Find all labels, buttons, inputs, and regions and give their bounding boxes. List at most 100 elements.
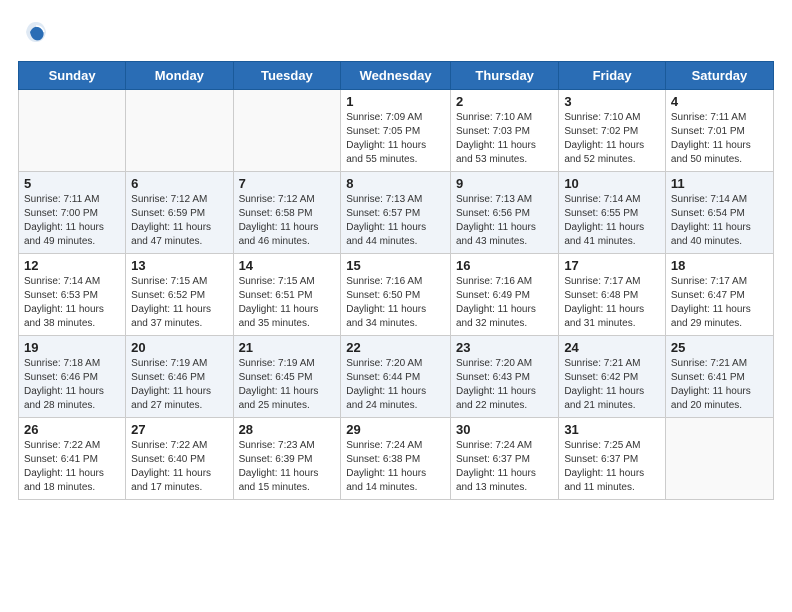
calendar-week-2: 5 Sunrise: 7:11 AM Sunset: 7:00 PM Daylig… <box>19 172 774 254</box>
calendar-cell: 8 Sunrise: 7:13 AM Sunset: 6:57 PM Daylig… <box>341 172 451 254</box>
day-number: 16 <box>456 258 553 273</box>
calendar-cell: 28 Sunrise: 7:23 AM Sunset: 6:39 PM Dayli… <box>233 418 341 500</box>
day-number: 24 <box>564 340 660 355</box>
day-info: Sunrise: 7:24 AM Sunset: 6:37 PM Dayligh… <box>456 439 553 495</box>
day-number: 9 <box>456 176 553 191</box>
calendar-week-1: 1Sunrise: 7:09 AM Sunset: 7:05 PM Daylig… <box>19 90 774 172</box>
calendar-cell: 30Sunrise: 7:24 AM Sunset: 6:37 PM Dayli… <box>450 418 558 500</box>
calendar-cell: 3 Sunrise: 7:10 AM Sunset: 7:02 PM Daylig… <box>559 90 666 172</box>
day-info: Sunrise: 7:23 AM Sunset: 6:39 PM Dayligh… <box>239 439 336 495</box>
day-header-tuesday: Tuesday <box>233 62 341 90</box>
logo-icon <box>22 18 50 51</box>
day-number: 19 <box>24 340 120 355</box>
page: SundayMondayTuesdayWednesdayThursdayFrid… <box>0 0 792 612</box>
day-number: 12 <box>24 258 120 273</box>
day-number: 28 <box>239 422 336 437</box>
calendar-cell: 1Sunrise: 7:09 AM Sunset: 7:05 PM Daylig… <box>341 90 451 172</box>
day-info: Sunrise: 7:16 AM Sunset: 6:49 PM Dayligh… <box>456 275 553 331</box>
day-number: 22 <box>346 340 445 355</box>
day-info: Sunrise: 7:16 AM Sunset: 6:50 PM Dayligh… <box>346 275 445 331</box>
day-number: 21 <box>239 340 336 355</box>
day-info: Sunrise: 7:13 AM Sunset: 6:56 PM Dayligh… <box>456 193 553 249</box>
calendar-table: SundayMondayTuesdayWednesdayThursdayFrid… <box>18 61 774 500</box>
day-info: Sunrise: 7:22 AM Sunset: 6:40 PM Dayligh… <box>131 439 227 495</box>
day-info: Sunrise: 7:15 AM Sunset: 6:52 PM Dayligh… <box>131 275 227 331</box>
day-number: 26 <box>24 422 120 437</box>
day-number: 11 <box>671 176 768 191</box>
day-info: Sunrise: 7:24 AM Sunset: 6:38 PM Dayligh… <box>346 439 445 495</box>
header <box>18 18 774 51</box>
day-number: 3 <box>564 94 660 109</box>
day-info: Sunrise: 7:14 AM Sunset: 6:55 PM Dayligh… <box>564 193 660 249</box>
day-header-friday: Friday <box>559 62 666 90</box>
day-number: 29 <box>346 422 445 437</box>
day-info: Sunrise: 7:12 AM Sunset: 6:59 PM Dayligh… <box>131 193 227 249</box>
day-header-thursday: Thursday <box>450 62 558 90</box>
calendar-cell: 9 Sunrise: 7:13 AM Sunset: 6:56 PM Daylig… <box>450 172 558 254</box>
day-number: 27 <box>131 422 227 437</box>
calendar-cell: 4Sunrise: 7:11 AM Sunset: 7:01 PM Daylig… <box>665 90 773 172</box>
day-info: Sunrise: 7:11 AM Sunset: 7:00 PM Dayligh… <box>24 193 120 249</box>
day-number: 13 <box>131 258 227 273</box>
day-info: Sunrise: 7:21 AM Sunset: 6:42 PM Dayligh… <box>564 357 660 413</box>
calendar-cell <box>665 418 773 500</box>
calendar-cell: 7 Sunrise: 7:12 AM Sunset: 6:58 PM Daylig… <box>233 172 341 254</box>
day-info: Sunrise: 7:10 AM Sunset: 7:03 PM Dayligh… <box>456 111 553 167</box>
day-number: 15 <box>346 258 445 273</box>
day-header-saturday: Saturday <box>665 62 773 90</box>
day-number: 31 <box>564 422 660 437</box>
day-number: 7 <box>239 176 336 191</box>
day-info: Sunrise: 7:10 AM Sunset: 7:02 PM Dayligh… <box>564 111 660 167</box>
day-number: 6 <box>131 176 227 191</box>
day-number: 18 <box>671 258 768 273</box>
calendar-cell: 15 Sunrise: 7:16 AM Sunset: 6:50 PM Dayli… <box>341 254 451 336</box>
calendar-cell: 19 Sunrise: 7:18 AM Sunset: 6:46 PM Dayli… <box>19 336 126 418</box>
calendar-cell: 27 Sunrise: 7:22 AM Sunset: 6:40 PM Dayli… <box>126 418 233 500</box>
day-info: Sunrise: 7:17 AM Sunset: 6:47 PM Dayligh… <box>671 275 768 331</box>
calendar-cell: 10 Sunrise: 7:14 AM Sunset: 6:55 PM Dayli… <box>559 172 666 254</box>
calendar-cell: 16 Sunrise: 7:16 AM Sunset: 6:49 PM Dayli… <box>450 254 558 336</box>
calendar-cell: 11 Sunrise: 7:14 AM Sunset: 6:54 PM Dayli… <box>665 172 773 254</box>
day-info: Sunrise: 7:22 AM Sunset: 6:41 PM Dayligh… <box>24 439 120 495</box>
day-info: Sunrise: 7:15 AM Sunset: 6:51 PM Dayligh… <box>239 275 336 331</box>
calendar-cell: 18 Sunrise: 7:17 AM Sunset: 6:47 PM Dayli… <box>665 254 773 336</box>
calendar-cell <box>19 90 126 172</box>
day-number: 4 <box>671 94 768 109</box>
calendar-cell: 31Sunrise: 7:25 AM Sunset: 6:37 PM Dayli… <box>559 418 666 500</box>
day-info: Sunrise: 7:17 AM Sunset: 6:48 PM Dayligh… <box>564 275 660 331</box>
day-header-monday: Monday <box>126 62 233 90</box>
day-info: Sunrise: 7:18 AM Sunset: 6:46 PM Dayligh… <box>24 357 120 413</box>
calendar-cell: 21 Sunrise: 7:19 AM Sunset: 6:45 PM Dayli… <box>233 336 341 418</box>
calendar-cell: 26 Sunrise: 7:22 AM Sunset: 6:41 PM Dayli… <box>19 418 126 500</box>
day-number: 23 <box>456 340 553 355</box>
calendar-cell: 20Sunrise: 7:19 AM Sunset: 6:46 PM Dayli… <box>126 336 233 418</box>
calendar-cell <box>233 90 341 172</box>
day-number: 20 <box>131 340 227 355</box>
day-info: Sunrise: 7:19 AM Sunset: 6:45 PM Dayligh… <box>239 357 336 413</box>
day-number: 17 <box>564 258 660 273</box>
day-number: 2 <box>456 94 553 109</box>
calendar-cell: 12 Sunrise: 7:14 AM Sunset: 6:53 PM Dayli… <box>19 254 126 336</box>
day-info: Sunrise: 7:20 AM Sunset: 6:44 PM Dayligh… <box>346 357 445 413</box>
calendar-cell: 6 Sunrise: 7:12 AM Sunset: 6:59 PM Daylig… <box>126 172 233 254</box>
calendar-cell: 24 Sunrise: 7:21 AM Sunset: 6:42 PM Dayli… <box>559 336 666 418</box>
calendar-cell: 13 Sunrise: 7:15 AM Sunset: 6:52 PM Dayli… <box>126 254 233 336</box>
calendar-cell: 25Sunrise: 7:21 AM Sunset: 6:41 PM Dayli… <box>665 336 773 418</box>
calendar-cell: 14 Sunrise: 7:15 AM Sunset: 6:51 PM Dayli… <box>233 254 341 336</box>
calendar-cell: 23Sunrise: 7:20 AM Sunset: 6:43 PM Dayli… <box>450 336 558 418</box>
day-info: Sunrise: 7:13 AM Sunset: 6:57 PM Dayligh… <box>346 193 445 249</box>
logo <box>18 18 50 51</box>
day-number: 14 <box>239 258 336 273</box>
day-number: 5 <box>24 176 120 191</box>
day-number: 10 <box>564 176 660 191</box>
calendar-header-row: SundayMondayTuesdayWednesdayThursdayFrid… <box>19 62 774 90</box>
day-number: 8 <box>346 176 445 191</box>
day-header-sunday: Sunday <box>19 62 126 90</box>
calendar-cell: 17 Sunrise: 7:17 AM Sunset: 6:48 PM Dayli… <box>559 254 666 336</box>
day-info: Sunrise: 7:21 AM Sunset: 6:41 PM Dayligh… <box>671 357 768 413</box>
calendar-week-4: 19 Sunrise: 7:18 AM Sunset: 6:46 PM Dayli… <box>19 336 774 418</box>
day-info: Sunrise: 7:12 AM Sunset: 6:58 PM Dayligh… <box>239 193 336 249</box>
day-info: Sunrise: 7:14 AM Sunset: 6:53 PM Dayligh… <box>24 275 120 331</box>
day-info: Sunrise: 7:14 AM Sunset: 6:54 PM Dayligh… <box>671 193 768 249</box>
day-info: Sunrise: 7:09 AM Sunset: 7:05 PM Dayligh… <box>346 111 445 167</box>
